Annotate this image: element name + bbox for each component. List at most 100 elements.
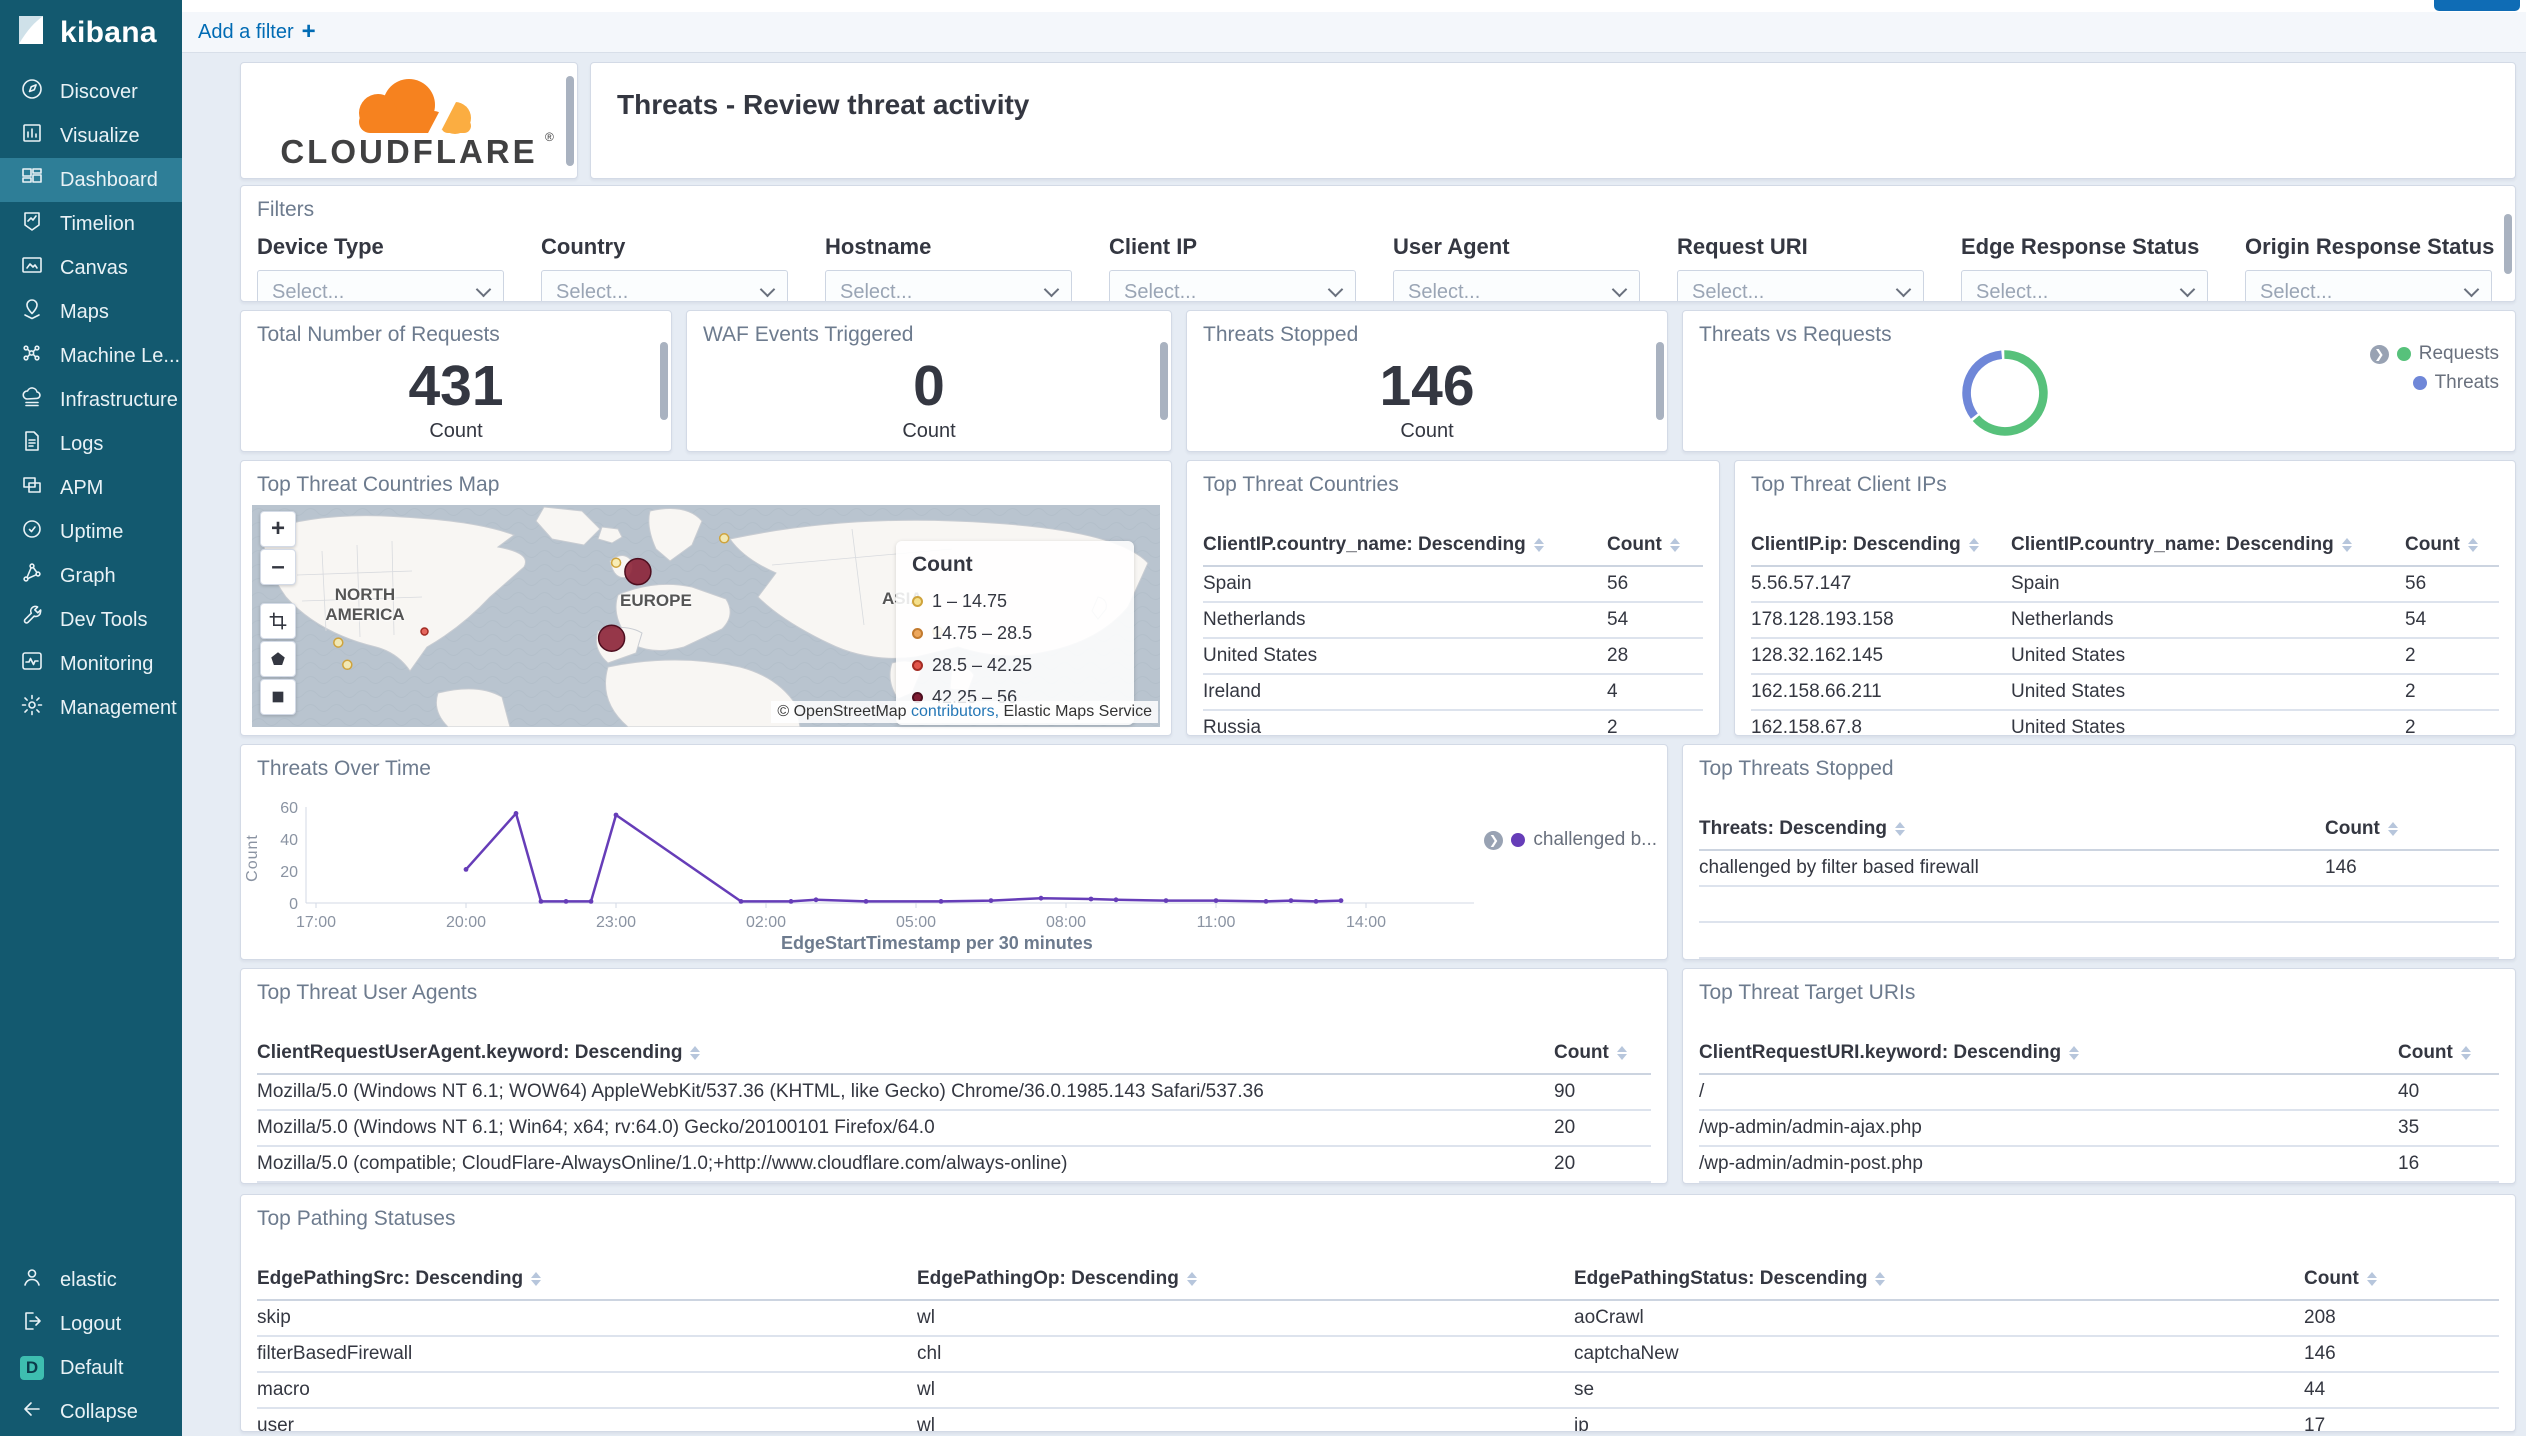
column-header[interactable]: Count [2405, 534, 2499, 556]
legend-item-requests[interactable]: ❯ Requests [2369, 343, 2499, 365]
sidebar-item-dev-tools[interactable]: Dev Tools [0, 598, 182, 642]
table-cell: Mozilla/5.0 (Windows NT 6.1; Win64; x64;… [257, 1117, 935, 1138]
sort-icon[interactable] [1533, 538, 1544, 552]
sidebar-item-graph[interactable]: Graph [0, 554, 182, 598]
panel-scrollbar[interactable] [1656, 342, 1664, 420]
legend-item-challenged[interactable]: ❯ challenged b... [1484, 829, 1657, 851]
table-cell: wl [917, 1307, 935, 1328]
sidebar-footer-default[interactable]: D Default [0, 1346, 182, 1390]
sort-icon[interactable] [1875, 1272, 1886, 1286]
map-draw-polygon-tool[interactable] [260, 641, 296, 677]
sidebar-item-uptime[interactable]: Uptime [0, 510, 182, 554]
column-header[interactable]: Count [1554, 1042, 1651, 1064]
sidebar-item-dashboard[interactable]: Dashboard [0, 158, 182, 202]
map-bubble-spain[interactable] [597, 624, 626, 652]
map-bubble-us-east[interactable] [420, 627, 429, 636]
table-row: filterBasedFirewall chl captchaNew 146 [257, 1337, 2499, 1373]
donut-chart[interactable] [1957, 345, 2053, 441]
sidebar-footer-collapse[interactable]: Collapse [0, 1390, 182, 1434]
column-header[interactable]: Count [2325, 818, 2499, 840]
sidebar-item-infrastructure[interactable]: Infrastructure [0, 378, 182, 422]
table-row: macro wl se 44 [257, 1373, 2499, 1409]
filter-select[interactable]: Select... [1109, 270, 1356, 301]
sidebar-item-apm[interactable]: APM [0, 466, 182, 510]
column-header[interactable]: ClientRequestUserAgent.keyword: Descendi… [257, 1042, 1554, 1064]
svg-text:0: 0 [289, 896, 298, 913]
filter-select[interactable]: Select... [541, 270, 788, 301]
sort-icon[interactable] [2341, 538, 2352, 552]
column-header[interactable]: ClientRequestURI.keyword: Descending [1699, 1042, 2398, 1064]
map-bubble-russia[interactable] [718, 533, 730, 544]
panel-scrollbar[interactable] [660, 342, 668, 420]
legend-collapse-icon[interactable]: ❯ [2369, 344, 2389, 364]
panel-title: Top Threats Stopped [1699, 757, 1894, 780]
sort-icon[interactable] [1186, 1272, 1197, 1286]
chevron-down-icon [2179, 281, 2196, 298]
sidebar-item-maps[interactable]: Maps [0, 290, 182, 334]
filter-select[interactable]: Select... [1393, 270, 1640, 301]
sort-icon[interactable] [2366, 1272, 2377, 1286]
add-filter-button[interactable]: Add a filter + [198, 20, 316, 44]
sort-icon[interactable] [690, 1046, 701, 1060]
column-header[interactable]: ClientIP.country_name: Descending [1203, 534, 1607, 556]
column-header[interactable]: Count [2398, 1042, 2499, 1064]
sidebar-item-monitoring[interactable]: Monitoring [0, 642, 182, 686]
map-bubble-united-kingdom[interactable] [610, 557, 622, 568]
attribution-link[interactable]: contributors, [911, 703, 999, 720]
sort-icon[interactable] [1616, 1046, 1627, 1060]
sort-icon[interactable] [1968, 538, 1979, 552]
kibana-logo[interactable]: kibana [0, 0, 182, 62]
sidebar-footer-logout[interactable]: Logout [0, 1302, 182, 1346]
map-zoom-out-button[interactable]: – [260, 549, 296, 585]
legend-dot [912, 595, 923, 607]
table-cell: user [257, 1415, 294, 1432]
map-bubble-us-central-[interactable] [342, 659, 353, 671]
line-chart[interactable]: 0 20 40 60 17:00 20:00 23:00 02:00 05:00 08:00 11:… [241, 745, 1668, 960]
page-title: Threats - Review threat activity [617, 89, 1030, 120]
sort-icon[interactable] [1894, 822, 1905, 836]
column-header[interactable]: ClientIP.ip: Descending [1751, 534, 2011, 556]
sort-icon[interactable] [1669, 538, 1680, 552]
legend-item-threats[interactable]: Threats [2412, 372, 2499, 394]
sidebar-item-machine-le-[interactable]: Machine Le... [0, 334, 182, 378]
sidebar-item-logs[interactable]: Logs [0, 422, 182, 466]
panel-scrollbar[interactable] [2504, 213, 2512, 274]
map-zoom-in-button[interactable]: + [260, 511, 296, 547]
map-draw-rectangle-tool[interactable] [260, 603, 296, 639]
panel-scrollbar[interactable] [1160, 342, 1168, 420]
filter-select[interactable]: Select... [1961, 270, 2208, 301]
column-header[interactable]: EdgePathingStatus: Descending [1574, 1268, 2304, 1290]
map-bubble-us-central-[interactable] [333, 637, 344, 648]
column-header[interactable]: Count [2304, 1268, 2499, 1290]
map-bubble-netherlands[interactable] [624, 557, 652, 586]
legend-dot [1511, 833, 1526, 847]
panel-scrollbar[interactable] [566, 75, 574, 166]
column-header[interactable]: ClientIP.country_name: Descending [2011, 534, 2405, 556]
column-header[interactable]: EdgePathingOp: Descending [917, 1268, 1574, 1290]
sidebar-item-timelion[interactable]: Timelion [0, 202, 182, 246]
filter-select[interactable]: Select... [257, 270, 504, 301]
sort-icon[interactable] [531, 1272, 542, 1286]
world-map[interactable]: NORTH AMERICA EUROPE ASIA + – Count 1 – … [252, 505, 1160, 727]
column-header[interactable]: Threats: Descending [1699, 818, 2325, 840]
sort-icon[interactable] [2460, 1046, 2471, 1060]
table-cell: 146 [2325, 857, 2357, 878]
sidebar-item-visualize[interactable]: Visualize [0, 114, 182, 158]
top-pathing-statuses-table: EdgePathingSrc: Descending EdgePathingOp:… [241, 1259, 2515, 1432]
legend-collapse-icon[interactable]: ❯ [1484, 830, 1504, 850]
sidebar-item-management[interactable]: Management [0, 686, 182, 730]
column-header[interactable]: EdgePathingSrc: Descending [257, 1268, 917, 1290]
sort-icon[interactable] [2387, 822, 2398, 836]
column-header[interactable]: Count [1607, 534, 1703, 556]
update-button[interactable] [2434, 0, 2520, 11]
sort-icon[interactable] [2069, 1046, 2080, 1060]
map-draw-bounds-tool[interactable] [260, 679, 296, 715]
filter-select[interactable]: Select... [1677, 270, 1924, 301]
sidebar-item-label: elastic [60, 1268, 117, 1291]
sidebar-footer-elastic[interactable]: elastic [0, 1258, 182, 1302]
filter-select[interactable]: Select... [825, 270, 1072, 301]
filter-select[interactable]: Select... [2245, 270, 2492, 301]
sidebar-item-discover[interactable]: Discover [0, 70, 182, 114]
sort-icon[interactable] [2467, 538, 2478, 552]
sidebar-item-canvas[interactable]: Canvas [0, 246, 182, 290]
